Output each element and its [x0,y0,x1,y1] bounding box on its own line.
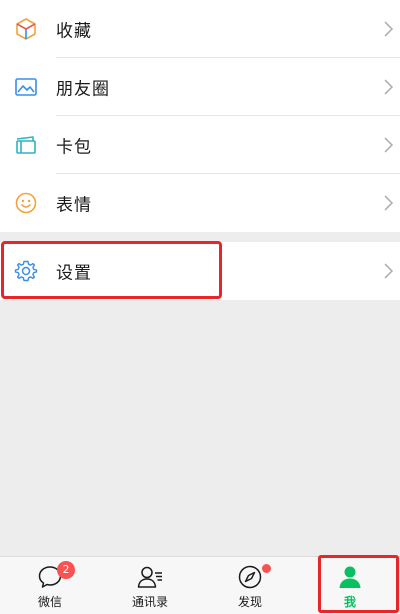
bottom-tab-bar: 2 微信 通讯录 发现 我 [0,556,400,614]
tab-chats[interactable]: 2 微信 [0,557,100,614]
chevron-right-icon [382,262,394,280]
tab-label: 微信 [37,595,62,609]
chevron-right-icon [382,78,394,96]
tab-contacts[interactable]: 通讯录 [100,557,200,614]
menu-item-label: 收藏 [56,21,92,42]
card-wallet-icon [14,133,38,157]
tab-label: 通讯录 [131,595,168,609]
menu-item-label: 设置 [56,263,92,284]
unread-badge: 2 [57,561,75,579]
tab-label: 发现 [237,595,262,609]
menu-item-card-wallet[interactable]: 卡包 [0,116,400,174]
chevron-right-icon [382,136,394,154]
contacts-icon [136,563,164,591]
menu-item-label: 卡包 [56,137,92,158]
new-content-dot [262,564,271,573]
menu-item-label: 朋友圈 [56,79,110,100]
section-gap [0,232,400,242]
menu-group-settings: 设置 [0,242,400,300]
favorites-cube-icon [14,17,38,41]
menu-item-favorites[interactable]: 收藏 [0,0,400,58]
me-person-icon [336,563,364,591]
menu-item-label: 表情 [56,195,92,216]
tab-label: 我 [343,595,356,609]
sticker-smile-icon [14,191,38,215]
settings-gear-icon [14,259,38,283]
tab-me[interactable]: 我 [300,557,400,614]
menu-group-main: 收藏 朋友圈 卡包 表情 [0,0,400,232]
moments-picture-icon [14,75,38,99]
chevron-right-icon [382,20,394,38]
menu-item-moments[interactable]: 朋友圈 [0,58,400,116]
chevron-right-icon [382,194,394,212]
menu-item-stickers[interactable]: 表情 [0,174,400,232]
discover-compass-icon [236,563,264,591]
menu-item-settings[interactable]: 设置 [0,242,400,300]
tab-discover[interactable]: 发现 [200,557,300,614]
